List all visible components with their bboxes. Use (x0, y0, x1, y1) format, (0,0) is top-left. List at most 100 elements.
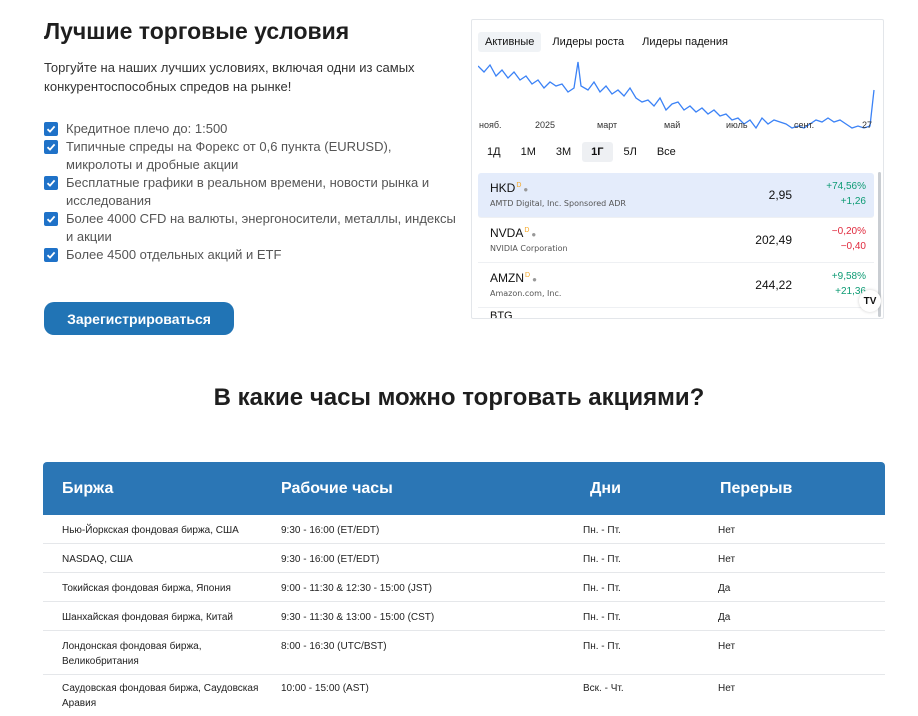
range-1m[interactable]: 1М (512, 142, 545, 162)
axis-label: 27 (862, 120, 873, 130)
delayed-icon: D (516, 182, 522, 189)
axis-label: нояб. (479, 120, 502, 130)
cell-exchange: Нью-Йоркская фондовая биржа, США (62, 525, 239, 536)
table-row: Нью-Йоркская фондовая биржа, США 9:30 - … (43, 515, 885, 544)
feature-text: Типичные спреды на Форекс от 0,6 пункта … (66, 139, 392, 172)
range-1d[interactable]: 1Д (478, 142, 510, 162)
cell-days: Пн. - Пт. (583, 641, 621, 652)
header-exchange: Биржа (62, 479, 114, 497)
cell-days: Пн. - Пт. (583, 583, 621, 594)
cell-break: Нет (718, 683, 736, 694)
header-hours: Рабочие часы (281, 479, 393, 497)
axis-label: сент. (794, 120, 815, 130)
cell-days: Пн. - Пт. (583, 554, 621, 565)
cell-exchange: NASDAQ, США (62, 554, 133, 565)
feature-list: Кредитное плечо до: 1:500 Типичные спред… (44, 120, 459, 264)
header-break: Перерыв (720, 479, 793, 497)
stock-change-pct: +9,58% (831, 271, 866, 282)
promo-subtitle: Торгуйте на наших лучших условиях, включ… (44, 60, 415, 94)
cell-days: Вск. - Чт. (583, 683, 624, 694)
feature-text: Кредитное плечо до: 1:500 (66, 121, 228, 136)
feature-text: Бесплатные графики в реальном времени, н… (66, 175, 430, 208)
stock-list: HKDD ● AMTD Digital, Inc. Sponsored ADR 2… (478, 173, 874, 308)
stock-change-pct: +74,56% (826, 181, 866, 192)
cell-exchange: Шанхайская фондовая биржа, Китай (62, 612, 234, 623)
table-row: Лондонская фондовая биржа, Великобритани… (43, 631, 885, 675)
axis-label: июль (726, 120, 748, 130)
cell-hours: 10:00 - 15:00 (AST) (281, 683, 369, 694)
dot-icon: ● (523, 185, 529, 194)
feature-text: Более 4000 CFD на валюты, энергоносители… (66, 211, 456, 244)
checkbox-checked-icon[interactable] (44, 212, 58, 226)
feature-item: Более 4500 отдельных акций и ETF (44, 246, 459, 264)
cell-days: Пн. - Пт. (583, 612, 621, 623)
checkbox-checked-icon[interactable] (44, 140, 58, 154)
hours-title: В какие часы можно торговать акциями? (213, 384, 705, 411)
checkbox-checked-icon[interactable] (44, 122, 58, 136)
stock-change-pct: −0,20% (831, 226, 866, 237)
feature-text: Более 4500 отдельных акций и ETF (66, 247, 282, 262)
axis-label: май (664, 120, 681, 130)
delayed-icon: D (524, 227, 530, 234)
market-widget: Активные Лидеры роста Лидеры падения ноя… (471, 19, 884, 319)
cell-hours: 9:00 - 11:30 & 12:30 - 15:00 (JST) (281, 583, 433, 594)
tradingview-logo-icon[interactable]: TV (859, 290, 881, 312)
stock-company: NVIDIA Corporation (490, 244, 568, 253)
cell-hours: 9:30 - 16:00 (ET/EDT) (281, 525, 380, 536)
header-days: Дни (590, 479, 621, 497)
feature-item: Бесплатные графики в реальном времени, н… (44, 174, 459, 210)
stock-change-abs: +1,26 (840, 196, 866, 207)
hours-table: Биржа Рабочие часы Дни Перерыв Нью-Йоркс… (43, 462, 885, 716)
stock-company: Amazon.com, Inc. (490, 289, 562, 298)
stock-change-abs: −0,40 (840, 241, 866, 252)
tab-gainers[interactable]: Лидеры роста (545, 32, 631, 52)
range-3m[interactable]: 3М (547, 142, 580, 162)
stock-price: 2,95 (768, 188, 792, 202)
cell-hours: 9:30 - 11:30 & 13:00 - 15:00 (CST) (281, 612, 435, 623)
cell-break: Да (718, 583, 731, 594)
stock-company: AMTD Digital, Inc. Sponsored ADR (490, 199, 626, 208)
cell-exchange: Лондонская фондовая биржа, Великобритани… (62, 641, 202, 667)
cell-break: Да (718, 612, 731, 623)
cell-break: Нет (718, 554, 736, 565)
cell-hours: 9:30 - 16:00 (ET/EDT) (281, 554, 380, 565)
cell-exchange: Саудовская фондовая биржа, Саудовская Ар… (62, 683, 259, 709)
stock-ticker: NVDAD ● (490, 226, 537, 240)
cell-hours: 8:00 - 16:30 (UTC/BST) (281, 641, 387, 652)
cell-days: Пн. - Пт. (583, 525, 621, 536)
range-all[interactable]: Все (648, 142, 685, 162)
sparkline-path (478, 61, 875, 130)
widget-tabs: Активные Лидеры роста Лидеры падения (478, 32, 735, 52)
delayed-icon: D (525, 272, 531, 279)
feature-item: Более 4000 CFD на валюты, энергоносители… (44, 210, 459, 246)
stock-ticker: AMZND ● (490, 271, 537, 285)
cell-exchange: Токийская фондовая биржа, Япония (62, 583, 231, 594)
table-row: Токийская фондовая биржа, Япония 9:00 - … (43, 573, 885, 602)
stock-row-amzn[interactable]: AMZND ● Amazon.com, Inc. 244,22 +9,58% +2… (478, 263, 874, 308)
feature-item: Типичные спреды на Форекс от 0,6 пункта … (44, 138, 459, 174)
table-row: Саудовская фондовая биржа, Саудовская Ар… (43, 675, 885, 716)
register-button[interactable]: Зарегистрироваться (44, 302, 234, 335)
stock-row-nvda[interactable]: NVDAD ● NVIDIA Corporation 202,49 −0,20% … (478, 218, 874, 263)
stock-price: 202,49 (755, 233, 792, 247)
stock-price: 244,22 (755, 278, 792, 292)
dot-icon: ● (531, 230, 537, 239)
dot-icon: ● (532, 275, 537, 284)
stock-ticker: HKDD ● (490, 181, 529, 195)
range-1y[interactable]: 1Г (582, 142, 613, 162)
cell-break: Нет (718, 641, 736, 652)
tab-losers[interactable]: Лидеры падения (635, 32, 735, 52)
tab-active[interactable]: Активные (478, 32, 542, 52)
time-axis: нояб. 2025 март май июль сент. 27 (472, 120, 883, 134)
stock-row-hkd[interactable]: HKDD ● AMTD Digital, Inc. Sponsored ADR 2… (478, 173, 874, 218)
axis-label: 2025 (535, 120, 556, 130)
table-header: Биржа Рабочие часы Дни Перерыв (43, 462, 885, 515)
axis-label: март (597, 120, 618, 130)
checkbox-checked-icon[interactable] (44, 176, 58, 190)
feature-item: Кредитное плечо до: 1:500 (44, 120, 459, 138)
range-5y[interactable]: 5Л (615, 142, 646, 162)
table-row: Шанхайская фондовая биржа, Китай 9:30 - … (43, 602, 885, 631)
checkbox-checked-icon[interactable] (44, 248, 58, 262)
promo-title: Лучшие торговые условия (44, 18, 350, 44)
stock-row-partial[interactable]: BTG (490, 310, 513, 318)
